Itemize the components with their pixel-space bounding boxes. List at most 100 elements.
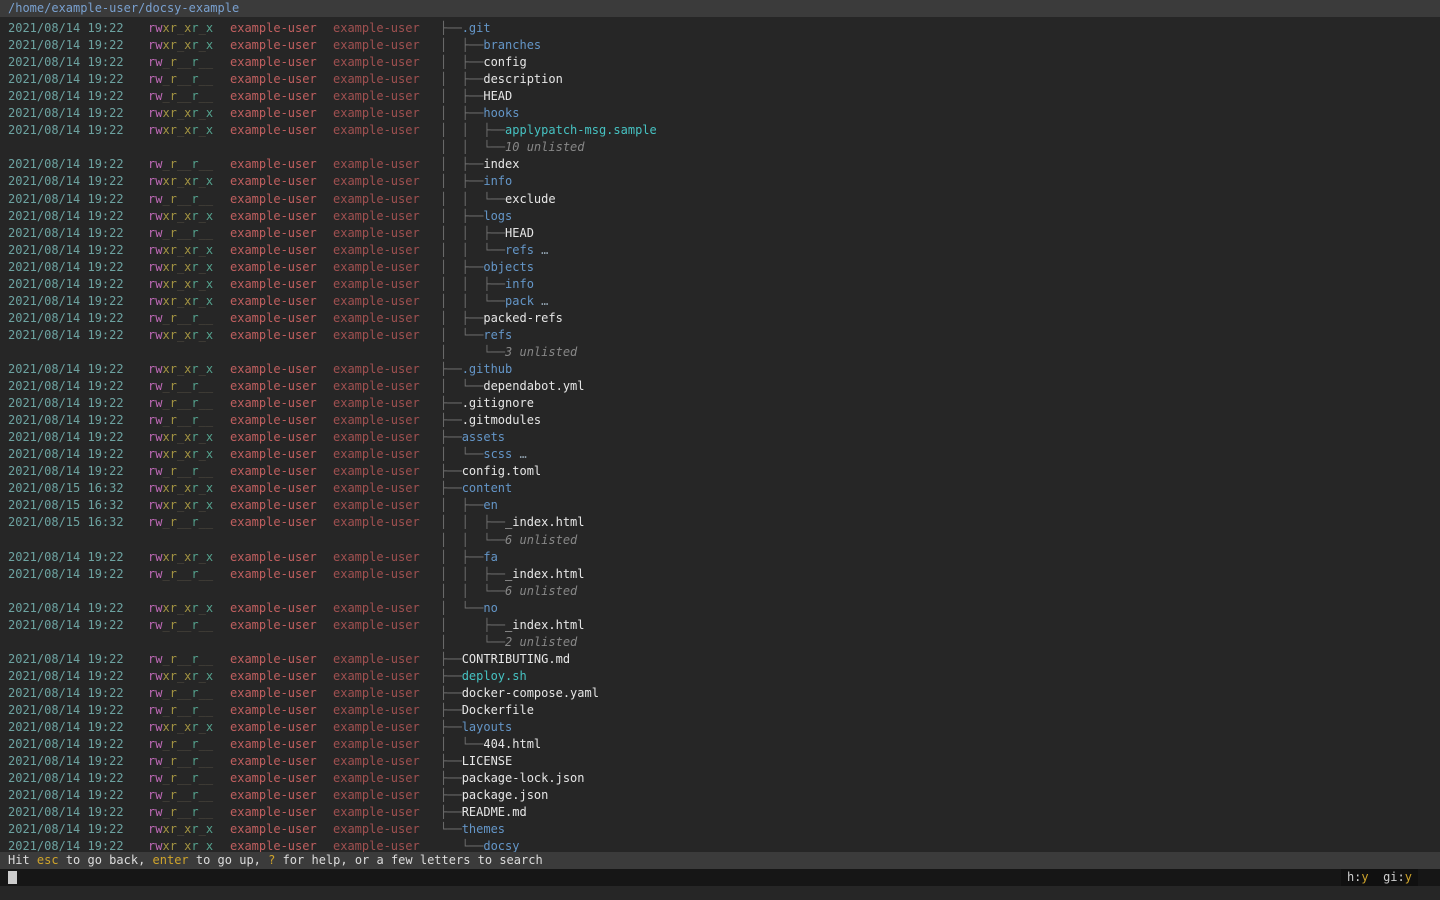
file-row[interactable]: 2021/08/14 19:22rw_r__r__example-userexa…	[0, 225, 1440, 242]
file-name: HEAD	[505, 226, 534, 240]
file-modified-datetime: 2021/08/14 19:22	[8, 463, 124, 480]
tree-entry: ├──deploy.sh	[440, 668, 527, 685]
file-permissions: rw_r__r__	[148, 651, 213, 668]
file-row[interactable]: 2021/08/14 19:22rw_r__r__example-userexa…	[0, 804, 1440, 821]
file-group: example-user	[333, 37, 420, 54]
file-row[interactable]: 2021/08/14 19:22rw_r__r__example-userexa…	[0, 88, 1440, 105]
file-group: example-user	[333, 549, 420, 566]
file-owner: example-user	[230, 702, 317, 719]
hint-label: h:	[1347, 870, 1361, 884]
file-row[interactable]: 2021/08/15 16:32rwxr_xr_xexample-userexa…	[0, 480, 1440, 497]
file-row[interactable]: 2021/08/14 19:22rw_r__r__example-userexa…	[0, 71, 1440, 88]
file-name: .gitignore	[462, 396, 534, 410]
file-row[interactable]: │ │ └──10 unlisted	[0, 139, 1440, 156]
directory-name: objects	[483, 260, 534, 274]
file-owner: example-user	[230, 787, 317, 804]
file-owner: example-user	[230, 600, 317, 617]
tree-entry: └──themes	[440, 821, 505, 838]
file-modified-datetime: 2021/08/14 19:22	[8, 276, 124, 293]
file-row[interactable]: 2021/08/14 19:22rwxr_xr_xexample-userexa…	[0, 293, 1440, 310]
file-row[interactable]: 2021/08/14 19:22rwxr_xr_xexample-userexa…	[0, 259, 1440, 276]
tree-entry: │ ├──logs	[440, 208, 512, 225]
file-row[interactable]: 2021/08/14 19:22rwxr_xr_xexample-userexa…	[0, 600, 1440, 617]
file-permissions: rwxr_xr_x	[148, 105, 213, 122]
file-row[interactable]: 2021/08/14 19:22rw_r__r__example-userexa…	[0, 191, 1440, 208]
file-row[interactable]: 2021/08/14 19:22rw_r__r__example-userexa…	[0, 651, 1440, 668]
tree-entry: ├──config.toml	[440, 463, 541, 480]
file-row[interactable]: 2021/08/14 19:22rw_r__r__example-userexa…	[0, 770, 1440, 787]
directory-name: logs	[483, 209, 512, 223]
hint-value: y	[1405, 870, 1412, 884]
file-row[interactable]: 2021/08/14 19:22rw_r__r__example-userexa…	[0, 736, 1440, 753]
file-row[interactable]: 2021/08/14 19:22rwxr_xr_xexample-userexa…	[0, 105, 1440, 122]
tree-branch-lines: │ ├──	[440, 38, 483, 52]
file-row[interactable]: 2021/08/14 19:22rwxr_xr_xexample-userexa…	[0, 327, 1440, 344]
file-owner: example-user	[230, 191, 317, 208]
file-row[interactable]: │ │ └──6 unlisted	[0, 532, 1440, 549]
file-row[interactable]: 2021/08/14 19:22rwxr_xr_xexample-userexa…	[0, 719, 1440, 736]
hint-value: y	[1361, 870, 1368, 884]
tree-branch-lines: │ ├──	[440, 209, 483, 223]
file-permissions: rw_r__r__	[148, 617, 213, 634]
file-row[interactable]: │ │ └──6 unlisted	[0, 583, 1440, 600]
search-input[interactable]	[0, 869, 1440, 886]
file-row[interactable]: 2021/08/14 19:22rwxr_xr_xexample-userexa…	[0, 429, 1440, 446]
file-row[interactable]: 2021/08/14 19:22rw_r__r__example-userexa…	[0, 702, 1440, 719]
file-row[interactable]: 2021/08/14 19:22rwxr_xr_xexample-userexa…	[0, 276, 1440, 293]
file-row[interactable]: 2021/08/14 19:22rwxr_xr_xexample-userexa…	[0, 361, 1440, 378]
file-row[interactable]: 2021/08/15 16:32rwxr_xr_xexample-userexa…	[0, 497, 1440, 514]
file-row[interactable]: 2021/08/14 19:22rwxr_xr_xexample-userexa…	[0, 549, 1440, 566]
file-row[interactable]: 2021/08/14 19:22rwxr_xr_xexample-userexa…	[0, 122, 1440, 139]
file-row[interactable]: 2021/08/14 19:22rw_r__r__example-userexa…	[0, 54, 1440, 71]
key-hint: esc	[37, 853, 59, 867]
tree-entry: │ │ └──pack …	[440, 293, 548, 310]
file-row[interactable]: 2021/08/14 19:22rw_r__r__example-userexa…	[0, 685, 1440, 702]
file-permissions: rw_r__r__	[148, 787, 213, 804]
file-owner: example-user	[230, 310, 317, 327]
file-row[interactable]: 2021/08/14 19:22rw_r__r__example-userexa…	[0, 787, 1440, 804]
file-row[interactable]: 2021/08/15 16:32rw_r__r__example-userexa…	[0, 514, 1440, 531]
file-owner: example-user	[230, 566, 317, 583]
file-row[interactable]: 2021/08/14 19:22rwxr_xr_xexample-userexa…	[0, 838, 1440, 852]
file-row[interactable]: 2021/08/14 19:22rwxr_xr_xexample-userexa…	[0, 208, 1440, 225]
file-group: example-user	[333, 463, 420, 480]
file-permissions: rw_r__r__	[148, 54, 213, 71]
file-owner: example-user	[230, 225, 317, 242]
file-group: example-user	[333, 156, 420, 173]
file-row[interactable]: 2021/08/14 19:22rwxr_xr_xexample-userexa…	[0, 242, 1440, 259]
tree-entry: ├──layouts	[440, 719, 512, 736]
file-row[interactable]: 2021/08/14 19:22rwxr_xr_xexample-userexa…	[0, 173, 1440, 190]
file-row[interactable]: │ └──2 unlisted	[0, 634, 1440, 651]
file-row[interactable]: 2021/08/14 19:22rwxr_xr_xexample-userexa…	[0, 821, 1440, 838]
tree-entry: ├──package-lock.json	[440, 770, 585, 787]
file-row[interactable]: 2021/08/14 19:22rwxr_xr_xexample-userexa…	[0, 20, 1440, 37]
file-row[interactable]: 2021/08/14 19:22rwxr_xr_xexample-userexa…	[0, 446, 1440, 463]
file-row[interactable]: │ └──3 unlisted	[0, 344, 1440, 361]
file-row[interactable]: 2021/08/14 19:22rw_r__r__example-userexa…	[0, 310, 1440, 327]
tree-branch-lines: │ └──	[440, 601, 483, 615]
file-permissions: rwxr_xr_x	[148, 20, 213, 37]
tree-branch-lines: │ │ ├──	[440, 567, 505, 581]
tree-branch-lines: │ └──	[440, 328, 483, 342]
file-row[interactable]: 2021/08/14 19:22rw_r__r__example-userexa…	[0, 156, 1440, 173]
file-name: _index.html	[505, 618, 584, 632]
file-row[interactable]: 2021/08/14 19:22rw_r__r__example-userexa…	[0, 395, 1440, 412]
file-row[interactable]: 2021/08/14 19:22rw_r__r__example-userexa…	[0, 617, 1440, 634]
file-row[interactable]: 2021/08/14 19:22rwxr_xr_xexample-userexa…	[0, 668, 1440, 685]
file-modified-datetime: 2021/08/14 19:22	[8, 838, 124, 852]
file-row[interactable]: 2021/08/14 19:22rwxr_xr_xexample-userexa…	[0, 37, 1440, 54]
file-row[interactable]: 2021/08/14 19:22rw_r__r__example-userexa…	[0, 753, 1440, 770]
file-row[interactable]: 2021/08/14 19:22rw_r__r__example-userexa…	[0, 378, 1440, 395]
file-owner: example-user	[230, 651, 317, 668]
tree-branch-lines: ├──	[440, 481, 462, 495]
file-name: exclude	[505, 192, 556, 206]
file-permissions: rw_r__r__	[148, 685, 213, 702]
file-row[interactable]: 2021/08/14 19:22rw_r__r__example-userexa…	[0, 566, 1440, 583]
tree-branch-lines: ├──	[440, 652, 462, 666]
tree-branch-lines: ├──	[440, 805, 462, 819]
file-modified-datetime: 2021/08/14 19:22	[8, 719, 124, 736]
file-name: description	[483, 72, 562, 86]
file-row[interactable]: 2021/08/14 19:22rw_r__r__example-userexa…	[0, 412, 1440, 429]
file-row[interactable]: 2021/08/14 19:22rw_r__r__example-userexa…	[0, 463, 1440, 480]
file-group: example-user	[333, 787, 420, 804]
